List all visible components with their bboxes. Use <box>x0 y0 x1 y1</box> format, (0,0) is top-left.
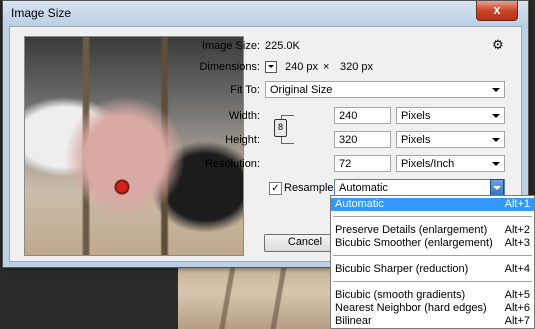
menu-item-preserve-details[interactable]: Preserve Details (enlargement) Alt+2 <box>331 224 534 237</box>
resample-value: Automatic <box>339 182 388 194</box>
menu-item-label: Bicubic (smooth gradients) <box>335 289 466 301</box>
title-bar[interactable]: Image Size x <box>3 1 528 25</box>
menu-separator <box>333 216 532 217</box>
menu-item-shortcut: Alt+5 <box>504 289 530 301</box>
menu-item-bilinear[interactable]: Bilinear Alt+7 <box>331 315 534 328</box>
height-unit-select[interactable]: Pixels <box>396 131 505 148</box>
menu-item-shortcut: Alt+6 <box>504 302 530 314</box>
image-size-value: 225.0K <box>265 40 300 52</box>
width-unit: Pixels <box>401 110 431 122</box>
menu-item-automatic[interactable]: Automatic Alt+1 <box>331 198 534 211</box>
fit-to-select[interactable]: Original Size <box>265 81 505 98</box>
resample-label: Resample: <box>284 182 337 194</box>
width-label: Width: <box>228 110 260 122</box>
width-unit-select[interactable]: Pixels <box>396 107 505 124</box>
menu-item-shortcut: Alt+1 <box>504 198 530 210</box>
width-input[interactable]: 240 <box>334 107 391 124</box>
close-button[interactable]: x <box>476 1 518 21</box>
menu-item-shortcut: Alt+3 <box>504 237 530 249</box>
menu-item-bicubic-sharper[interactable]: Bicubic Sharper (reduction) Alt+4 <box>331 263 534 276</box>
resolution-value: 72 <box>339 158 352 170</box>
background-photo <box>178 268 338 329</box>
menu-item-shortcut: Alt+4 <box>504 263 530 275</box>
dimensions-label: Dimensions: <box>199 61 260 73</box>
menu-item-label: Nearest Neighbor (hard edges) <box>335 302 487 314</box>
menu-item-shortcut: Alt+2 <box>504 224 530 236</box>
resample-select[interactable]: Automatic <box>334 179 505 198</box>
dimensions-width: 240 px <box>285 61 319 73</box>
dimensions-height: 320 px <box>340 61 374 73</box>
width-value: 240 <box>339 110 358 122</box>
chevron-down-icon <box>492 138 500 142</box>
menu-item-label: Bilinear <box>335 315 372 327</box>
image-size-label: Image Size: <box>201 40 260 52</box>
menu-separator <box>333 281 532 282</box>
window-title: Image Size <box>11 6 72 20</box>
menu-item-nearest-neighbor[interactable]: Nearest Neighbor (hard edges) Alt+6 <box>331 302 534 315</box>
menu-item-label: Automatic <box>335 198 384 210</box>
height-input[interactable]: 320 <box>334 131 391 148</box>
menu-item-label: Preserve Details (enlargement) <box>335 224 488 236</box>
height-unit: Pixels <box>401 134 431 146</box>
resolution-label: Resolution: <box>204 158 260 170</box>
menu-separator <box>333 255 532 256</box>
menu-item-label: Bicubic Smoother (enlargement) <box>335 237 493 249</box>
dimensions-dropdown-icon[interactable] <box>265 61 277 73</box>
fit-to-value: Original Size <box>270 84 333 96</box>
dimensions-times: × <box>323 61 330 73</box>
cancel-label: Cancel <box>287 236 323 248</box>
resample-dropdown: Automatic Alt+1 Preserve Details (enlarg… <box>330 195 535 329</box>
resolution-input[interactable]: 72 <box>334 155 391 172</box>
chevron-down-icon <box>492 162 500 166</box>
chevron-down-icon <box>492 114 500 118</box>
menu-item-bicubic-smoother[interactable]: Bicubic Smoother (enlargement) Alt+3 <box>331 237 534 250</box>
close-icon: x <box>493 2 501 17</box>
menu-item-bicubic[interactable]: Bicubic (smooth gradients) Alt+5 <box>331 289 534 302</box>
gear-icon[interactable]: ⚙ <box>492 37 504 53</box>
height-value: 320 <box>339 134 358 146</box>
resample-checkbox[interactable]: ✓ <box>269 182 282 195</box>
menu-item-label: Bicubic Sharper (reduction) <box>335 263 469 275</box>
check-icon: ✓ <box>271 183 280 194</box>
link-icon[interactable]: 8 <box>274 119 287 137</box>
resolution-unit: Pixels/Inch <box>401 158 455 170</box>
height-label: Height: <box>225 134 260 146</box>
resolution-unit-select[interactable]: Pixels/Inch <box>396 155 505 172</box>
menu-item-shortcut: Alt+7 <box>504 315 530 327</box>
fit-to-label: Fit To: <box>230 84 260 96</box>
chevron-down-icon <box>492 88 500 92</box>
